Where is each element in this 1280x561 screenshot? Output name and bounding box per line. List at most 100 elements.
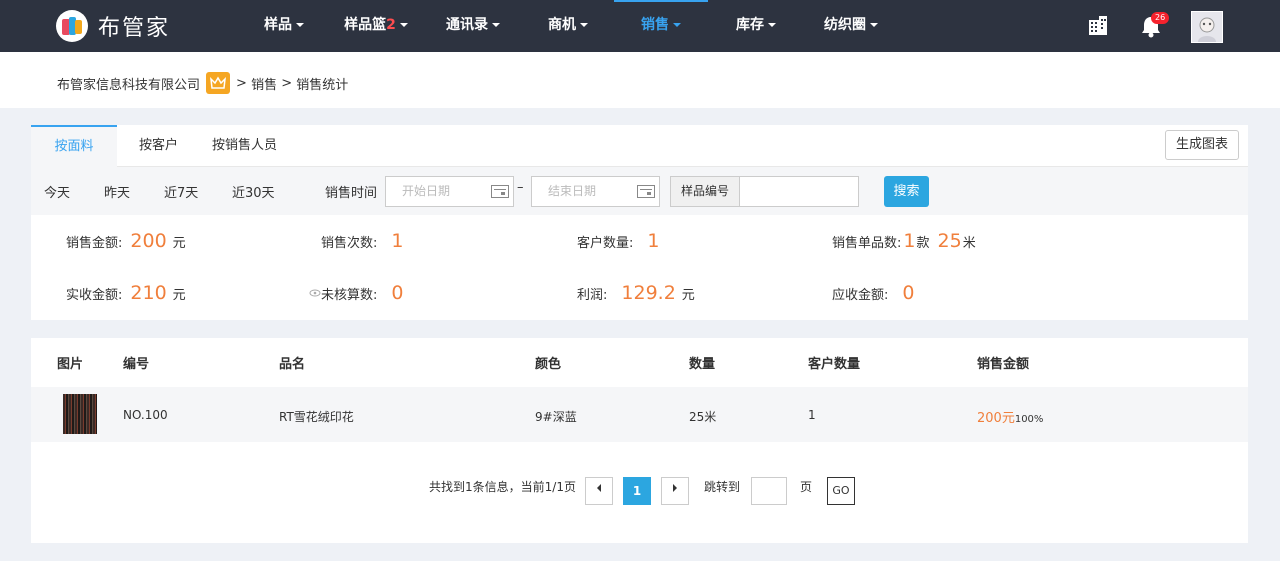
sample-code-input[interactable] xyxy=(739,176,859,207)
filter-last-30-days[interactable]: 近30天 xyxy=(232,182,275,201)
stat-unit: 元 xyxy=(172,236,186,251)
stat-label: 未核算数: xyxy=(321,288,378,303)
sales-time-label: 销售时间 xyxy=(325,186,378,201)
nav-item-contacts[interactable]: 通讯录 xyxy=(440,0,506,52)
caret-down-icon xyxy=(768,23,776,27)
stat-receivable: 应收金额: 0 xyxy=(832,282,914,304)
breadcrumb-separator: > xyxy=(236,75,247,91)
crown-icon[interactable] xyxy=(206,72,231,94)
caret-down-icon xyxy=(399,23,408,27)
top-nav: 布管家 样品 样品篮2 通讯录 商机 销售 库存 纺织圈 26 xyxy=(0,0,1280,52)
eye-icon[interactable] xyxy=(309,288,321,298)
end-date-input[interactable]: 结束日期 xyxy=(531,176,660,207)
column-header-code: 编号 xyxy=(123,357,150,372)
cell-customer-count: 1 xyxy=(808,408,816,422)
jump-page-input[interactable] xyxy=(751,477,787,505)
nav-item-samples[interactable]: 样品 xyxy=(256,0,312,52)
cell-code: NO.100 xyxy=(123,408,168,422)
stat-label: 利润: xyxy=(577,288,608,303)
stat-value: 1 xyxy=(903,230,916,252)
tab-by-customer[interactable]: 按客户 xyxy=(139,125,178,167)
building-icon[interactable] xyxy=(1087,14,1109,40)
tab-by-salesperson[interactable]: 按销售人员 xyxy=(212,125,277,167)
brand-logo[interactable]: 布管家 xyxy=(56,10,170,42)
stat-unit: 元 xyxy=(681,288,695,303)
caret-down-icon xyxy=(296,23,304,27)
nav-label: 纺织圈 xyxy=(824,17,866,33)
stats-panel: 按面料 按客户 按销售人员 生成图表 今天 昨天 近7天 近30天 销售时间 开… xyxy=(31,125,1248,320)
amount-percent: 100% xyxy=(1014,414,1044,425)
jump-to-label: 跳转到 xyxy=(704,480,741,494)
table-row[interactable]: NO.100 RT雪花绒印花 9#深蓝 25米 1 200元100% xyxy=(31,387,1248,442)
filter-bar: 今天 昨天 近7天 近30天 销售时间 开始日期 – 结束日期 样品编号 搜索 xyxy=(31,167,1248,215)
stat-received-amount: 实收金额: 210 元 xyxy=(66,282,186,304)
stat-customer-count: 客户数量: 1 xyxy=(577,230,659,252)
notification-badge: 26 xyxy=(1151,12,1170,24)
column-header-name: 品名 xyxy=(279,357,306,372)
breadcrumb-sales-stats: 销售统计 xyxy=(296,77,349,93)
next-page-button[interactable] xyxy=(661,477,689,505)
basket-count: 2 xyxy=(386,17,396,33)
stat-value: 25 xyxy=(937,230,962,252)
nav-item-textile-circle[interactable]: 纺织圈 xyxy=(820,0,882,52)
nav-label: 库存 xyxy=(736,17,764,33)
page-unit-label: 页 xyxy=(800,480,813,494)
nav-item-sales[interactable]: 销售 xyxy=(614,0,708,52)
stat-label: 实收金额: xyxy=(66,288,123,303)
filter-today[interactable]: 今天 xyxy=(44,182,70,201)
breadcrumb-company[interactable]: 布管家信息科技有限公司 xyxy=(57,74,200,93)
go-button[interactable]: GO xyxy=(827,477,855,505)
stat-label: 销售次数: xyxy=(321,236,378,251)
amount-value: 200元 xyxy=(977,411,1015,426)
nav-label: 销售 xyxy=(641,17,669,33)
end-date-placeholder: 结束日期 xyxy=(548,184,597,198)
breadcrumb: 布管家信息科技有限公司 > 销售 > 销售统计 xyxy=(57,72,348,94)
date-range-separator: – xyxy=(517,180,524,195)
tab-bar: 按面料 按客户 按销售人员 生成图表 xyxy=(31,125,1248,167)
brand-name: 布管家 xyxy=(98,16,171,41)
stat-value: 0 xyxy=(391,282,404,304)
fabric-thumbnail[interactable] xyxy=(63,394,97,434)
nav-label: 样品 xyxy=(264,17,292,33)
cell-color: 9#深蓝 xyxy=(535,410,577,424)
filter-last-7-days[interactable]: 近7天 xyxy=(164,182,198,201)
stat-unchecked: 未核算数: 0 xyxy=(309,282,403,304)
caret-down-icon xyxy=(870,23,878,27)
start-date-input[interactable]: 开始日期 xyxy=(385,176,514,207)
chevron-left-icon xyxy=(597,484,601,492)
cell-quantity: 25米 xyxy=(689,410,717,424)
column-header-customer-count: 客户数量 xyxy=(808,357,861,372)
stat-value: 1 xyxy=(391,230,404,252)
stat-label: 应收金额: xyxy=(832,288,889,303)
stat-label: 销售金额: xyxy=(66,236,123,251)
prev-page-button[interactable] xyxy=(585,477,613,505)
logo-icon xyxy=(56,10,88,42)
caret-down-icon xyxy=(673,23,681,27)
column-header-quantity: 数量 xyxy=(689,357,716,372)
column-header-sales-amount: 销售金额 xyxy=(977,357,1030,372)
avatar[interactable] xyxy=(1191,11,1223,43)
nav-label: 商机 xyxy=(548,17,576,33)
chevron-right-icon xyxy=(673,484,677,492)
column-header-image: 图片 xyxy=(57,357,84,372)
filter-yesterday[interactable]: 昨天 xyxy=(104,182,130,201)
search-button[interactable]: 搜索 xyxy=(884,176,929,207)
stat-value: 1 xyxy=(647,230,660,252)
nav-item-inventory[interactable]: 库存 xyxy=(731,0,781,52)
nav-item-opportunities[interactable]: 商机 xyxy=(543,0,593,52)
sample-code-label: 样品编号 xyxy=(670,176,740,207)
results-table: 图片 编号 品名 颜色 数量 客户数量 销售金额 NO.100 RT雪花绒印花 … xyxy=(31,338,1248,543)
caret-down-icon xyxy=(492,23,500,27)
cell-name[interactable]: RT雪花绒印花 xyxy=(279,408,354,425)
page-button-current[interactable]: 1 xyxy=(623,477,651,505)
caret-down-icon xyxy=(580,23,588,27)
nav-item-sample-basket[interactable]: 样品篮2 xyxy=(338,0,414,52)
start-date-placeholder: 开始日期 xyxy=(402,184,451,198)
nav-label: 通讯录 xyxy=(446,17,488,33)
tab-by-fabric[interactable]: 按面料 xyxy=(31,125,117,167)
column-header-color: 颜色 xyxy=(535,357,562,372)
breadcrumb-sales[interactable]: 销售 xyxy=(251,74,277,93)
stat-value: 129.2 xyxy=(621,282,676,304)
nav-label: 样品篮 xyxy=(344,17,387,33)
generate-chart-button[interactable]: 生成图表 xyxy=(1165,130,1239,160)
